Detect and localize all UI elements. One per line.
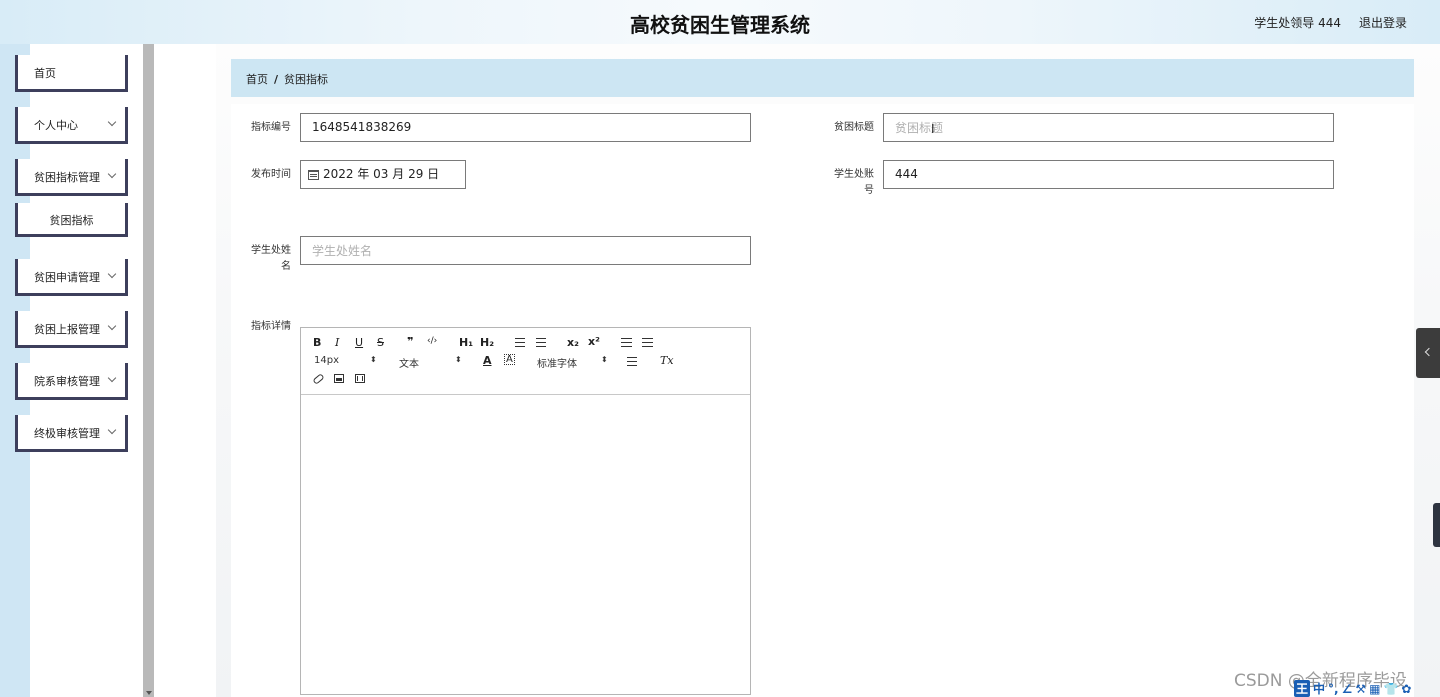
chevron-down-icon [107, 373, 117, 383]
italic-button[interactable]: I [335, 336, 339, 349]
font-family-select[interactable]: 标准字体 ⬍ [537, 355, 609, 370]
chevron-down-icon [107, 169, 117, 179]
ime-logo-icon[interactable]: 王 [1294, 680, 1311, 697]
editor-toolbar: B I U S ❞ ‹/› H₁ H₂ x₂ x² 14px ⬍ 文本 ⬍ A … [301, 328, 750, 395]
font-color-button[interactable]: A [483, 354, 492, 367]
ime-toolbar[interactable]: 王 中 °, ∠ ⚒ ▦ 👕 ✿ [1294, 680, 1440, 697]
breadcrumb-home[interactable]: 首页 [246, 73, 268, 86]
text-cursor-icon: I [931, 122, 935, 136]
chevron-left-icon [1424, 347, 1434, 357]
title-input[interactable] [883, 113, 1334, 142]
ime-skin-icon[interactable]: 👕 [1383, 682, 1398, 696]
sidebar-item-report-management[interactable]: 贫困上报管理 [15, 311, 128, 348]
text-type-value: 文本 [399, 359, 419, 370]
font-size-select[interactable]: 14px ⬍ [314, 355, 378, 366]
rich-text-editor: B I U S ❞ ‹/› H₁ H₂ x₂ x² 14px ⬍ 文本 ⬍ A … [300, 327, 751, 695]
calendar-icon [308, 169, 319, 180]
breadcrumb: 首页 / 贫困指标 [231, 59, 1414, 97]
student-account-field[interactable]: 444 [883, 160, 1334, 189]
chevron-down-icon [107, 321, 117, 331]
sidebar-item-final-review[interactable]: 终极审核管理 [15, 415, 128, 452]
publish-time-value: 2022 年 03 月 29 日 [323, 167, 440, 181]
font-family-value: 标准字体 [537, 359, 577, 370]
font-size-value: 14px [314, 355, 339, 366]
details-label: 指标详情 [251, 321, 291, 332]
sidebar-item-label: 首页 [34, 67, 56, 80]
top-header: 高校贫困生管理系统 学生处领导 444 退出登录 [0, 0, 1440, 44]
ime-pen-icon[interactable]: ∠ [1342, 682, 1353, 696]
image-icon[interactable] [334, 374, 344, 383]
side-dock[interactable] [1433, 503, 1440, 547]
video-icon[interactable] [355, 374, 365, 383]
indicator-no-label: 指标编号 [251, 122, 291, 133]
sidebar-scrollbar[interactable] [143, 44, 154, 697]
editor-content-area[interactable] [301, 395, 750, 694]
sidebar-item-label: 贫困指标管理 [34, 171, 100, 184]
student-name-label-line2: 名 [281, 261, 291, 272]
student-account-label: 学生处账 号 [830, 160, 874, 196]
strike-button[interactable]: S [377, 336, 384, 349]
sidebar-item-indicator-management[interactable]: 贫困指标管理 [15, 159, 128, 196]
sidebar-item-home[interactable]: 首页 [15, 55, 128, 92]
title-label: 贫困标题 [834, 122, 874, 133]
clear-format-button[interactable]: Tx [660, 354, 674, 367]
chevron-down-icon [107, 117, 117, 127]
publish-time-label: 发布时间 [251, 169, 291, 180]
sidebar-item-application-management[interactable]: 贫困申请管理 [15, 259, 128, 296]
blockquote-button[interactable]: ❞ [407, 335, 413, 348]
scroll-down-arrow-icon[interactable] [146, 691, 152, 695]
ime-chinese-mode[interactable]: 中 [1313, 680, 1325, 697]
breadcrumb-separator: / [274, 73, 279, 86]
app-title: 高校贫困生管理系统 [630, 13, 810, 37]
text-type-select[interactable]: 文本 ⬍ [399, 355, 463, 370]
ime-keyboard-icon[interactable]: ▦ [1369, 682, 1380, 696]
outdent-icon[interactable] [621, 338, 632, 347]
breadcrumb-current: 贫困指标 [284, 73, 329, 86]
code-block-button[interactable]: ‹/› [427, 336, 437, 346]
underline-button[interactable]: U [355, 336, 363, 349]
sidebar-item-label: 贫困指标 [49, 214, 94, 227]
superscript-button[interactable]: x² [588, 335, 600, 348]
ime-settings-icon[interactable]: ✿ [1401, 682, 1411, 696]
ime-tools-icon[interactable]: ⚒ [1355, 682, 1366, 696]
align-icon[interactable] [627, 357, 637, 366]
chevron-down-icon [107, 425, 117, 435]
select-arrows-icon: ⬍ [601, 355, 608, 364]
sidebar-item-label: 贫困申请管理 [34, 271, 100, 284]
student-name-input[interactable] [300, 236, 751, 265]
heading1-button[interactable]: H₁ [459, 336, 473, 349]
sidebar-item-label: 院系审核管理 [34, 375, 100, 388]
sidebar-item-personal-center[interactable]: 个人中心 [15, 107, 128, 144]
bullet-list-icon[interactable] [536, 338, 546, 347]
publish-time-picker[interactable]: 2022 年 03 月 29 日 [300, 160, 466, 189]
indicator-no-field[interactable]: 1648541838269 [300, 113, 751, 142]
select-arrows-icon: ⬍ [455, 355, 462, 364]
sidebar-item-label: 个人中心 [34, 119, 78, 132]
sidebar-subitem-poverty-indicator[interactable]: 贫困指标 [15, 203, 128, 237]
student-account-label-line2: 号 [864, 185, 874, 196]
sidebar-item-label: 终极审核管理 [34, 427, 100, 440]
logout-link[interactable]: 退出登录 [1359, 14, 1407, 31]
background-color-button[interactable]: A [504, 354, 515, 365]
heading2-button[interactable]: H₂ [480, 336, 494, 349]
sidebar-item-department-review[interactable]: 院系审核管理 [15, 363, 128, 400]
chevron-down-icon [107, 269, 117, 279]
subscript-button[interactable]: x₂ [567, 336, 579, 349]
link-icon[interactable] [312, 373, 325, 385]
sidebar-item-label: 贫困上报管理 [34, 323, 100, 336]
select-arrows-icon: ⬍ [370, 355, 377, 364]
ime-punctuation-icon[interactable]: °, [1328, 682, 1339, 696]
current-user-label: 学生处领导 444 [1254, 16, 1341, 30]
student-name-label: 学生处姓 名 [247, 236, 291, 272]
side-panel-toggle[interactable] [1416, 328, 1440, 378]
indent-icon[interactable] [642, 338, 653, 347]
main-left-gutter [154, 44, 216, 697]
ordered-list-icon[interactable] [515, 338, 525, 347]
bold-button[interactable]: B [313, 336, 321, 349]
